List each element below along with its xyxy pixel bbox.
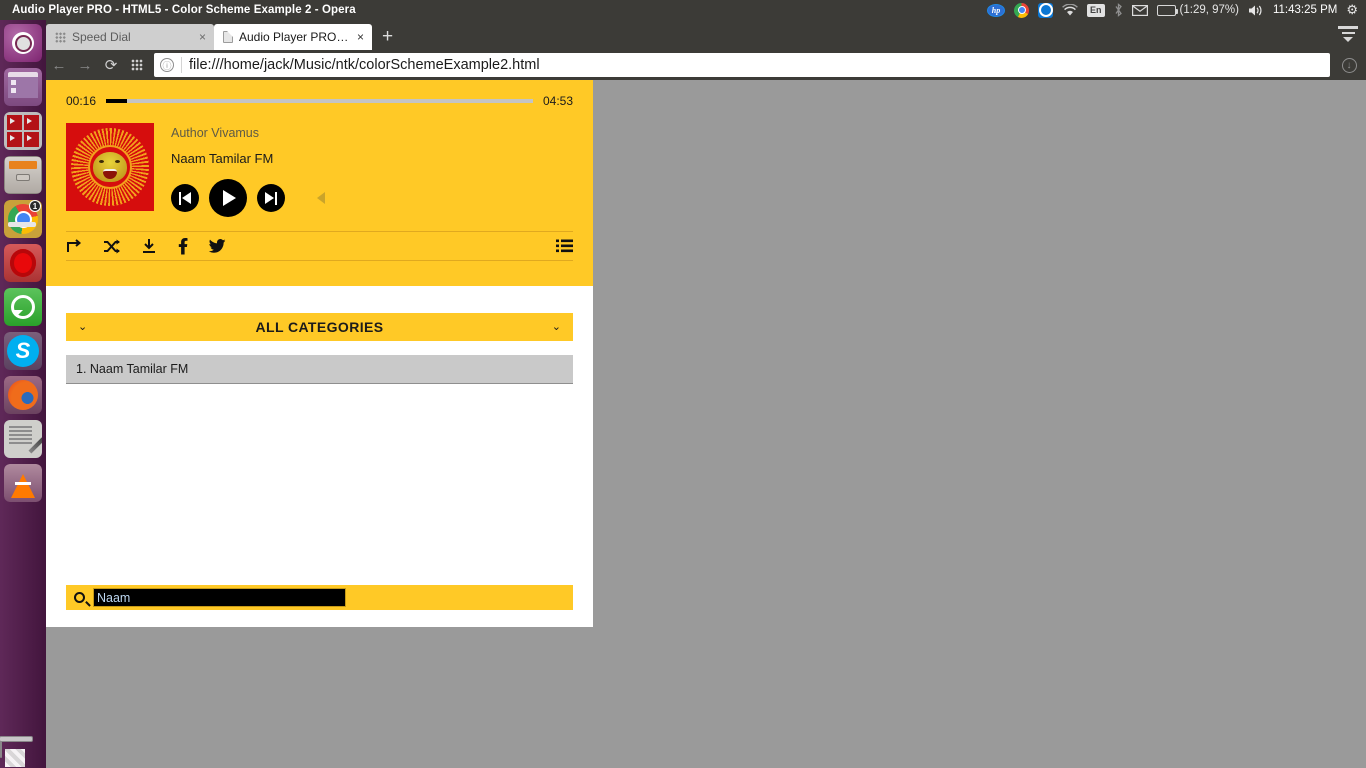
apps-button[interactable]	[124, 52, 150, 78]
files-icon	[4, 68, 42, 106]
track-meta-row: Author Vivamus Naam Tamilar FM	[66, 112, 573, 217]
track-author: Author Vivamus	[171, 126, 260, 140]
sidebar-item-firefox[interactable]	[4, 376, 42, 414]
chevron-down-icon-left[interactable]: ⌄	[78, 321, 87, 333]
duration-time: 04:53	[542, 94, 573, 108]
tab-label: Speed Dial	[72, 30, 131, 44]
battery-indicator[interactable]: (1:29, 97%)	[1156, 0, 1239, 20]
current-time: 00:16	[66, 94, 97, 108]
whatsapp-icon	[4, 288, 42, 326]
track-title: Naam Tamilar FM	[171, 151, 274, 166]
clock[interactable]: 11:43:25 PM	[1273, 0, 1337, 20]
all-categories-bar[interactable]: ⌄ ALL CATEGORIES ⌄	[66, 313, 573, 341]
battery-status-text: (1:29, 97%)	[1179, 4, 1239, 16]
shuffle-icon[interactable]	[103, 239, 121, 254]
sidebar-item-vlc[interactable]	[4, 464, 42, 502]
audio-player-panel: 00:16 04:53 Author Vivamus Naam Tamilar …	[46, 80, 593, 286]
sidebar-item-trash[interactable]	[0, 739, 46, 767]
archive-icon	[4, 156, 42, 194]
search-bar	[66, 585, 573, 610]
web-page-content: 00:16 04:53 Author Vivamus Naam Tamilar …	[46, 80, 593, 627]
ubuntu-top-panel: Audio Player PRO - HTML5 - Color Scheme …	[0, 0, 1366, 20]
sidebar-item-skype[interactable]: S	[4, 332, 42, 370]
teamviewer-icon[interactable]	[1038, 0, 1054, 20]
sidebar-item-files[interactable]	[4, 68, 42, 106]
download-icon: ↓	[1341, 57, 1357, 73]
player-toolbar	[66, 231, 573, 261]
new-tab-button[interactable]: +	[372, 27, 403, 46]
sidebar-item-whatsapp[interactable]	[4, 288, 42, 326]
seek-progress-fill	[106, 99, 128, 103]
search-icon[interactable]	[71, 589, 88, 606]
track-meta: Author Vivamus Naam Tamilar FM	[171, 123, 335, 217]
text-editor-icon	[4, 420, 42, 458]
seek-row: 00:16 04:53	[66, 90, 573, 112]
tab-close-icon[interactable]: ×	[199, 30, 206, 44]
chevron-down-icon-right[interactable]: ⌄	[552, 321, 561, 333]
address-toolbar: ← → ⟳ ⓘ file:///home/jack/Music/ntk/colo…	[46, 50, 1366, 80]
divider	[181, 57, 182, 73]
ubuntu-icon	[4, 24, 42, 62]
download-icon[interactable]	[141, 238, 157, 254]
firefox-icon	[4, 376, 42, 414]
forward-button[interactable]: →	[72, 52, 98, 78]
speaker-icon[interactable]	[317, 192, 325, 204]
page-info-icon[interactable]: ⓘ	[160, 58, 174, 72]
video-grid-icon	[4, 112, 42, 150]
list-item[interactable]: 1. Naam Tamilar FM	[66, 355, 573, 384]
opera-icon	[4, 244, 42, 282]
opera-browser-window: Speed Dial × Audio Player PRO - H × + ← …	[46, 20, 1366, 80]
unity-launcher: 1 S	[0, 20, 46, 768]
gear-icon[interactable]: ⚙	[1346, 0, 1358, 20]
skype-icon: S	[4, 332, 42, 370]
hp-icon[interactable]: hp	[987, 0, 1006, 20]
apps-grid-icon	[131, 59, 143, 71]
playback-controls	[171, 179, 335, 217]
chrome-tray-icon[interactable]	[1014, 0, 1030, 20]
sidebar-item-ubuntu-dash[interactable]	[4, 24, 42, 62]
facebook-icon[interactable]	[177, 237, 188, 255]
twitter-icon[interactable]	[208, 238, 226, 254]
next-button[interactable]	[257, 184, 285, 212]
address-bar[interactable]: ⓘ file:///home/jack/Music/ntk/colorSchem…	[154, 53, 1330, 77]
back-button[interactable]: ←	[46, 52, 72, 78]
playlist-toggle-icon[interactable]	[556, 239, 573, 253]
sidebar-item-google-chrome[interactable]: 1	[4, 200, 42, 238]
tab-strip: Speed Dial × Audio Player PRO - H × +	[46, 20, 1366, 50]
sidebar-item-archive-manager[interactable]	[4, 156, 42, 194]
system-tray: hp En (1:29, 97%) 11:43:25 PM ⚙	[987, 0, 1366, 20]
downloads-button[interactable]: ↓	[1336, 52, 1362, 78]
bluetooth-icon[interactable]	[1114, 0, 1123, 20]
opera-menu-icon[interactable]	[1338, 26, 1358, 43]
tab-label: Audio Player PRO - H	[239, 30, 351, 44]
seek-slider[interactable]	[106, 99, 533, 103]
sidebar-item-opera[interactable]	[4, 244, 42, 282]
mail-icon[interactable]	[1131, 0, 1148, 20]
keyboard-layout-icon[interactable]: En	[1087, 0, 1105, 20]
volume-icon[interactable]	[1248, 0, 1264, 20]
vlc-icon	[4, 464, 42, 502]
wifi-icon[interactable]	[1062, 0, 1078, 20]
chrome-icon: 1	[4, 200, 42, 238]
repeat-icon[interactable]	[66, 238, 83, 254]
playlist: 1. Naam Tamilar FM	[66, 355, 573, 384]
url-text: file:///home/jack/Music/ntk/colorSchemeE…	[189, 57, 540, 73]
tab-audio-player-pro[interactable]: Audio Player PRO - H ×	[214, 24, 372, 50]
volume-zone	[317, 192, 335, 204]
window-title: Audio Player PRO - HTML5 - Color Scheme …	[12, 4, 356, 16]
page-icon	[223, 31, 233, 43]
sidebar-item-text-editor[interactable]	[4, 420, 42, 458]
album-art	[66, 123, 154, 211]
trash-icon	[0, 739, 25, 767]
tab-close-icon[interactable]: ×	[357, 30, 364, 44]
speed-dial-icon	[55, 31, 66, 43]
search-input[interactable]	[93, 588, 346, 607]
tab-speed-dial[interactable]: Speed Dial ×	[46, 24, 214, 50]
previous-button[interactable]	[171, 184, 199, 212]
reload-button[interactable]: ⟳	[98, 52, 124, 78]
categories-title: ALL CATEGORIES	[255, 319, 384, 335]
play-button[interactable]	[209, 179, 247, 217]
sidebar-item-video-grid[interactable]	[4, 112, 42, 150]
